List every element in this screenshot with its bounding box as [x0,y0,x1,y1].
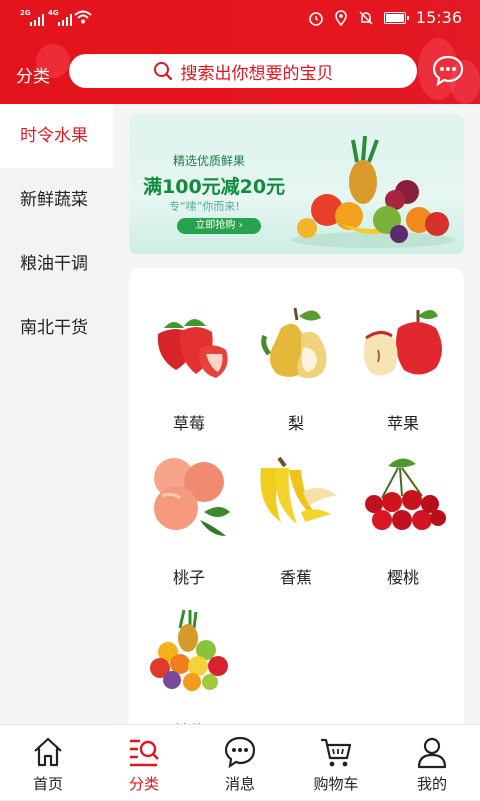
category-content: 精选优质鲜果 满100元减20元 专“嗦”你而来! 立即抢购 › 草莓 梨 苹果… [113,104,480,741]
apple-icon [363,310,442,376]
banner-subtitle: 精选优质鲜果 [173,154,246,168]
tab-messages[interactable]: 消息 [192,725,288,801]
home-icon [34,737,62,767]
strawberry-icon [157,319,228,378]
product-name: 樱桃 [386,568,419,587]
banner-buy-button[interactable]: 立即抢购 › [177,218,261,234]
search-icon [153,62,172,81]
banana-icon [260,456,337,524]
wifi-icon [74,10,92,24]
tab-label: 消息 [224,775,255,793]
product-apple[interactable]: 苹果 [348,278,458,433]
mute-icon [359,10,373,25]
product-name: 梨 [287,414,304,433]
product-name: 苹果 [386,414,419,433]
product-grid: 草莓 梨 苹果 桃子 香蕉 樱桃 [129,268,464,741]
sidebar-item-seasonal-fruit[interactable]: 时令水果 [0,104,113,168]
sidebar-item-grain-oil[interactable]: 粮油干调 [0,232,113,296]
battery-icon [383,11,409,24]
product-name: 桃子 [172,568,205,587]
sidebar-item-fresh-vegetables[interactable]: 新鲜蔬菜 [0,168,113,232]
tab-label: 分类 [128,775,159,793]
category-sidebar: 时令水果 新鲜蔬菜 粮油干调 南北干货 [0,104,113,724]
message-icon [224,736,256,769]
cart-icon [321,738,352,767]
signal-indicator-1: 2G [20,9,50,26]
bottom-tab-bar: 首页 分类 消息 购物车 我的 [0,724,480,800]
tab-cart[interactable]: 购物车 [288,725,384,801]
cherry-icon [365,458,446,530]
product-pear[interactable]: 梨 [241,278,351,433]
fruit-basket-icon [150,609,228,691]
location-icon [335,9,347,26]
product-strawberry[interactable]: 草莓 [134,278,244,433]
product-banana[interactable]: 香蕉 [241,432,351,587]
product-cherry[interactable]: 樱桃 [348,432,458,587]
tab-home[interactable]: 首页 [0,725,96,801]
tab-profile[interactable]: 我的 [384,725,480,801]
banner-headline: 满100元减20元 [143,176,286,198]
product-other[interactable]: 其他 [134,586,244,741]
tab-category[interactable]: 分类 [96,725,192,801]
peach-icon [154,458,230,536]
alarm-icon [309,11,323,26]
category-search-icon [130,739,159,767]
search-bar[interactable]: 搜索出你想要的宝贝 [69,54,417,88]
chat-bubble-icon[interactable] [432,54,464,86]
tab-label: 购物车 [313,775,359,793]
fruit-pile-image [291,135,455,248]
search-placeholder: 搜索出你想要的宝贝 [180,63,334,84]
banner-button-label: 立即抢购 [195,220,236,231]
page-title: 分类 [16,67,50,87]
user-icon [417,737,447,769]
tab-label: 首页 [32,775,63,793]
status-right: 15:36 [308,8,462,27]
product-name: 香蕉 [279,568,312,587]
app-header: 2G 4G 15:36 分类 搜索出你想要的宝贝 [0,0,480,104]
promo-banner[interactable]: 精选优质鲜果 满100元减20元 专“嗦”你而来! 立即抢购 › [129,114,464,254]
product-name: 草莓 [172,414,205,433]
sidebar-item-dried-goods[interactable]: 南北干货 [0,296,113,360]
product-peach[interactable]: 桃子 [134,432,244,587]
status-bar: 2G 4G 15:36 [0,0,480,36]
pear-icon [261,307,327,379]
banner-tagline: 专“嗦”你而来! [169,200,240,213]
clock: 15:36 [415,8,462,27]
tab-label: 我的 [416,775,447,793]
